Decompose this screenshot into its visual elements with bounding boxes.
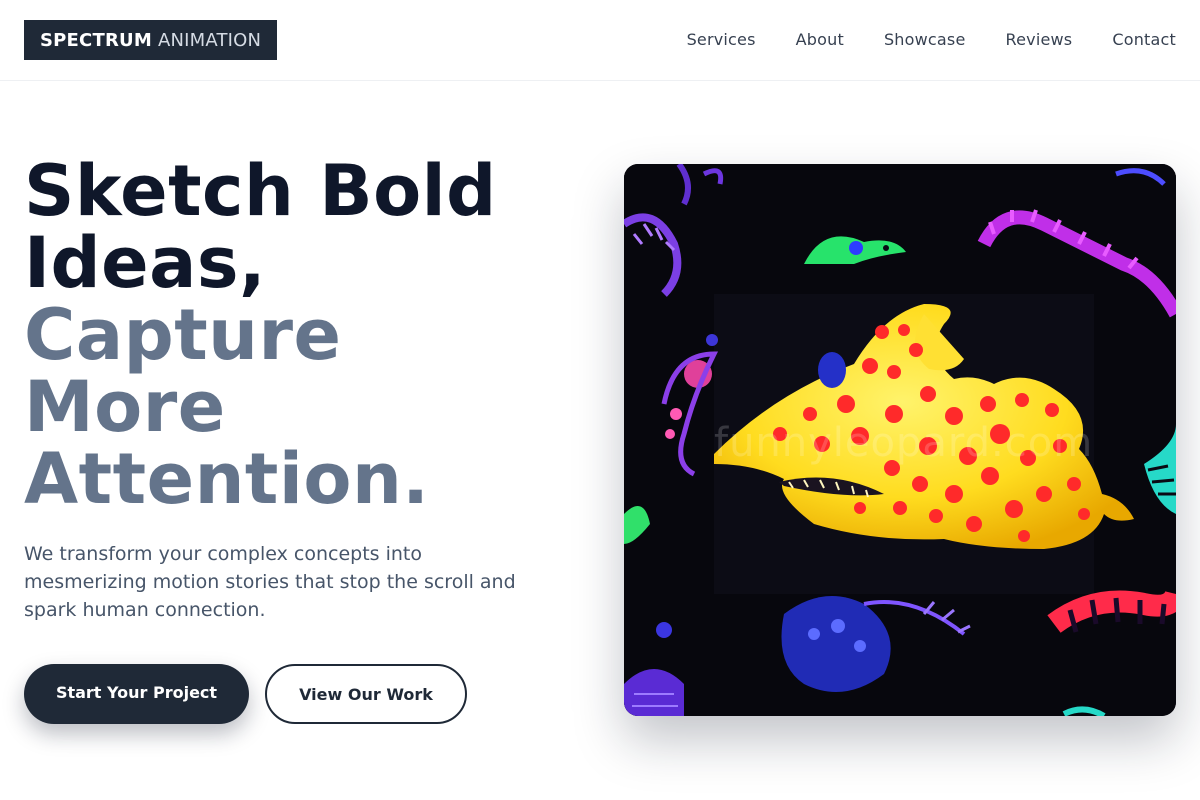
hero-title: Sketch Bold Ideas, Capture More Attentio… xyxy=(24,155,584,515)
hero-title-line: Ideas, xyxy=(24,222,267,304)
nav-link-about[interactable]: About xyxy=(796,30,844,49)
nav-link-contact[interactable]: Contact xyxy=(1112,30,1176,49)
hero-image: funnyleopard.com xyxy=(624,164,1176,716)
nav-link-services[interactable]: Services xyxy=(687,30,756,49)
hero-title-line: Capture xyxy=(24,294,342,376)
hero-subtitle: We transform your complex concepts into … xyxy=(24,543,516,621)
start-project-button[interactable]: Start Your Project xyxy=(24,664,249,724)
logo[interactable]: SPECTRUM ANIMATION xyxy=(24,20,278,60)
main-nav: Services About Showcase Reviews Contact xyxy=(687,30,1176,49)
hero-title-line: Attention. xyxy=(24,438,430,520)
logo-strong-text: SPECTRUM xyxy=(40,29,152,51)
nav-link-showcase[interactable]: Showcase xyxy=(884,30,966,49)
view-work-button[interactable]: View Our Work xyxy=(265,664,467,724)
hero-title-line: Sketch Bold xyxy=(24,150,497,232)
image-watermark: funnyleopard.com xyxy=(714,420,1094,466)
site-header: SPECTRUM ANIMATION Services About Showca… xyxy=(0,0,1200,81)
hero-title-line: More xyxy=(24,366,226,448)
logo-light-text: ANIMATION xyxy=(157,29,262,51)
nav-link-reviews[interactable]: Reviews xyxy=(1006,30,1073,49)
